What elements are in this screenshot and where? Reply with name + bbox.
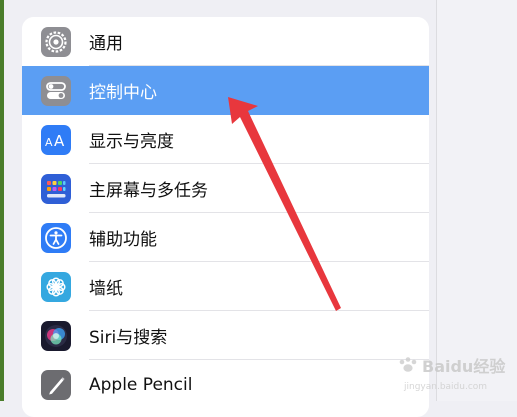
settings-item-wallpaper[interactable]: 墙纸 xyxy=(22,262,429,311)
svg-text:A: A xyxy=(45,136,53,149)
flower-icon xyxy=(41,271,71,302)
watermark-text: Baidu经验 xyxy=(422,357,506,376)
watermark-logo: Baidu经验 jingyan.baidu.com xyxy=(399,357,506,392)
settings-list: 通用 控制中心 A A 显示与亮度 主屏幕与多任务 辅助功能 墙纸 Siri与搜… xyxy=(22,17,429,417)
settings-item-apple-pencil[interactable]: Apple Pencil xyxy=(22,360,429,409)
settings-item-general[interactable]: 通用 xyxy=(22,17,429,66)
pencil-icon xyxy=(41,369,71,400)
detail-pane xyxy=(437,0,517,401)
settings-item-label: 显示与亮度 xyxy=(89,132,174,152)
settings-item-label: 主屏幕与多任务 xyxy=(89,181,208,201)
settings-item-control-center[interactable]: 控制中心 xyxy=(22,66,429,115)
settings-item-label: Apple Pencil xyxy=(89,374,193,395)
accessibility-icon xyxy=(41,222,71,253)
app-grid-icon xyxy=(41,173,71,204)
settings-item-label: 控制中心 xyxy=(89,83,157,103)
settings-item-siri-search[interactable]: Siri与搜索 xyxy=(22,311,429,360)
text-size-icon: A A xyxy=(41,124,71,155)
paw-icon xyxy=(399,357,417,372)
left-gutter xyxy=(4,0,22,401)
watermark-url: jingyan.baidu.com xyxy=(403,382,487,392)
settings-item-accessibility[interactable]: 辅助功能 xyxy=(22,213,429,262)
settings-item-label: 墙纸 xyxy=(89,279,123,299)
toggles-icon xyxy=(41,75,71,106)
gear-icon xyxy=(41,26,71,57)
settings-item-home-multitasking[interactable]: 主屏幕与多任务 xyxy=(22,164,429,213)
siri-icon xyxy=(41,320,71,351)
settings-item-label: 辅助功能 xyxy=(89,230,157,250)
settings-item-label: 通用 xyxy=(89,34,123,54)
settings-item-label: Siri与搜索 xyxy=(89,328,168,348)
svg-text:A: A xyxy=(54,132,65,149)
settings-item-display-brightness[interactable]: A A 显示与亮度 xyxy=(22,115,429,164)
